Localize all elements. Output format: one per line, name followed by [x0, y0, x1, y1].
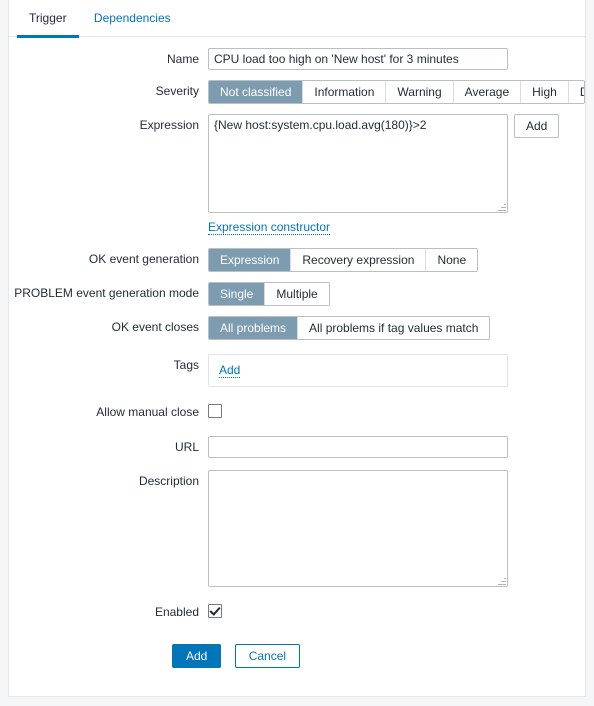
row-expression: Expression Add Expression constructor: [9, 114, 585, 235]
enabled-label: Enabled: [154, 605, 199, 619]
form-footer: Add Cancel: [9, 633, 585, 668]
severity-option-high[interactable]: High: [521, 81, 569, 103]
row-problem-event-generation-mode: PROBLEM event generation mode Single Mul…: [9, 282, 585, 306]
ok-event-generation-option-recovery-expression[interactable]: Recovery expression: [291, 249, 427, 271]
ok-event-generation-label: OK event generation: [88, 252, 199, 266]
description-textarea[interactable]: [208, 470, 508, 587]
description-textarea-wrapper: [208, 470, 508, 587]
severity-option-information[interactable]: Information: [303, 81, 387, 103]
allow-manual-close-checkbox[interactable]: [208, 404, 222, 418]
cancel-button[interactable]: Cancel: [234, 644, 301, 668]
problem-event-mode-option-multiple[interactable]: Multiple: [265, 283, 329, 305]
problem-event-mode-option-single[interactable]: Single: [209, 283, 266, 305]
trigger-form: Name Severity Not classified Information…: [9, 37, 585, 668]
row-ok-event-generation: OK event generation Expression Recovery …: [9, 248, 585, 272]
row-name: Name: [9, 48, 585, 70]
severity-option-warning[interactable]: Warning: [386, 81, 454, 103]
ok-event-closes-label: OK event closes: [111, 320, 199, 334]
severity-option-disaster[interactable]: Disaster: [568, 81, 584, 103]
row-url: URL: [9, 436, 585, 458]
expression-textarea[interactable]: [208, 114, 508, 213]
problem-event-generation-mode-label: PROBLEM event generation mode: [14, 286, 199, 300]
problem-event-generation-mode-toggle[interactable]: Single Multiple: [208, 282, 330, 306]
expression-textarea-wrapper: [208, 114, 508, 213]
tags-add-link[interactable]: Add: [219, 363, 241, 378]
tags-box: Add: [208, 354, 508, 387]
enabled-checkbox[interactable]: [208, 604, 222, 618]
description-label: Description: [138, 474, 199, 488]
ok-event-closes-option-tag-values-match[interactable]: All problems if tag values match: [298, 317, 490, 339]
submit-button[interactable]: Add: [172, 644, 222, 668]
row-enabled: Enabled: [9, 601, 585, 623]
ok-event-generation-toggle[interactable]: Expression Recovery expression None: [208, 248, 479, 272]
expression-add-button[interactable]: Add: [514, 114, 560, 138]
severity-label: Severity: [155, 84, 199, 98]
severity-option-average[interactable]: Average: [453, 81, 522, 103]
name-input[interactable]: [208, 48, 508, 70]
tab-bar: Trigger Dependencies: [9, 0, 585, 38]
ok-event-generation-option-none[interactable]: None: [426, 249, 478, 271]
name-label: Name: [166, 52, 199, 66]
tab-trigger[interactable]: Trigger: [17, 1, 79, 38]
row-severity: Severity Not classified Information Warn…: [9, 80, 585, 104]
ok-event-generation-option-expression[interactable]: Expression: [209, 249, 292, 271]
url-input[interactable]: [208, 436, 508, 458]
tab-dependencies[interactable]: Dependencies: [82, 1, 183, 35]
row-tags: Tags Add: [9, 354, 585, 387]
url-label: URL: [174, 440, 199, 454]
severity-toggle[interactable]: Not classified Information Warning Avera…: [208, 80, 585, 104]
ok-event-closes-toggle[interactable]: All problems All problems if tag values …: [208, 316, 491, 340]
trigger-form-card: Trigger Dependencies Name Severity Not c…: [8, 0, 586, 697]
expression-constructor-link[interactable]: Expression constructor: [208, 220, 331, 235]
allow-manual-close-label: Allow manual close: [96, 405, 199, 419]
tags-label: Tags: [173, 358, 199, 372]
row-ok-event-closes: OK event closes All problems All problem…: [9, 316, 585, 340]
severity-option-not-classified[interactable]: Not classified: [209, 81, 304, 103]
ok-event-closes-option-all-problems[interactable]: All problems: [209, 317, 299, 339]
row-description: Description: [9, 470, 585, 587]
row-allow-manual-close: Allow manual close: [9, 401, 585, 423]
expression-label: Expression: [139, 118, 199, 132]
